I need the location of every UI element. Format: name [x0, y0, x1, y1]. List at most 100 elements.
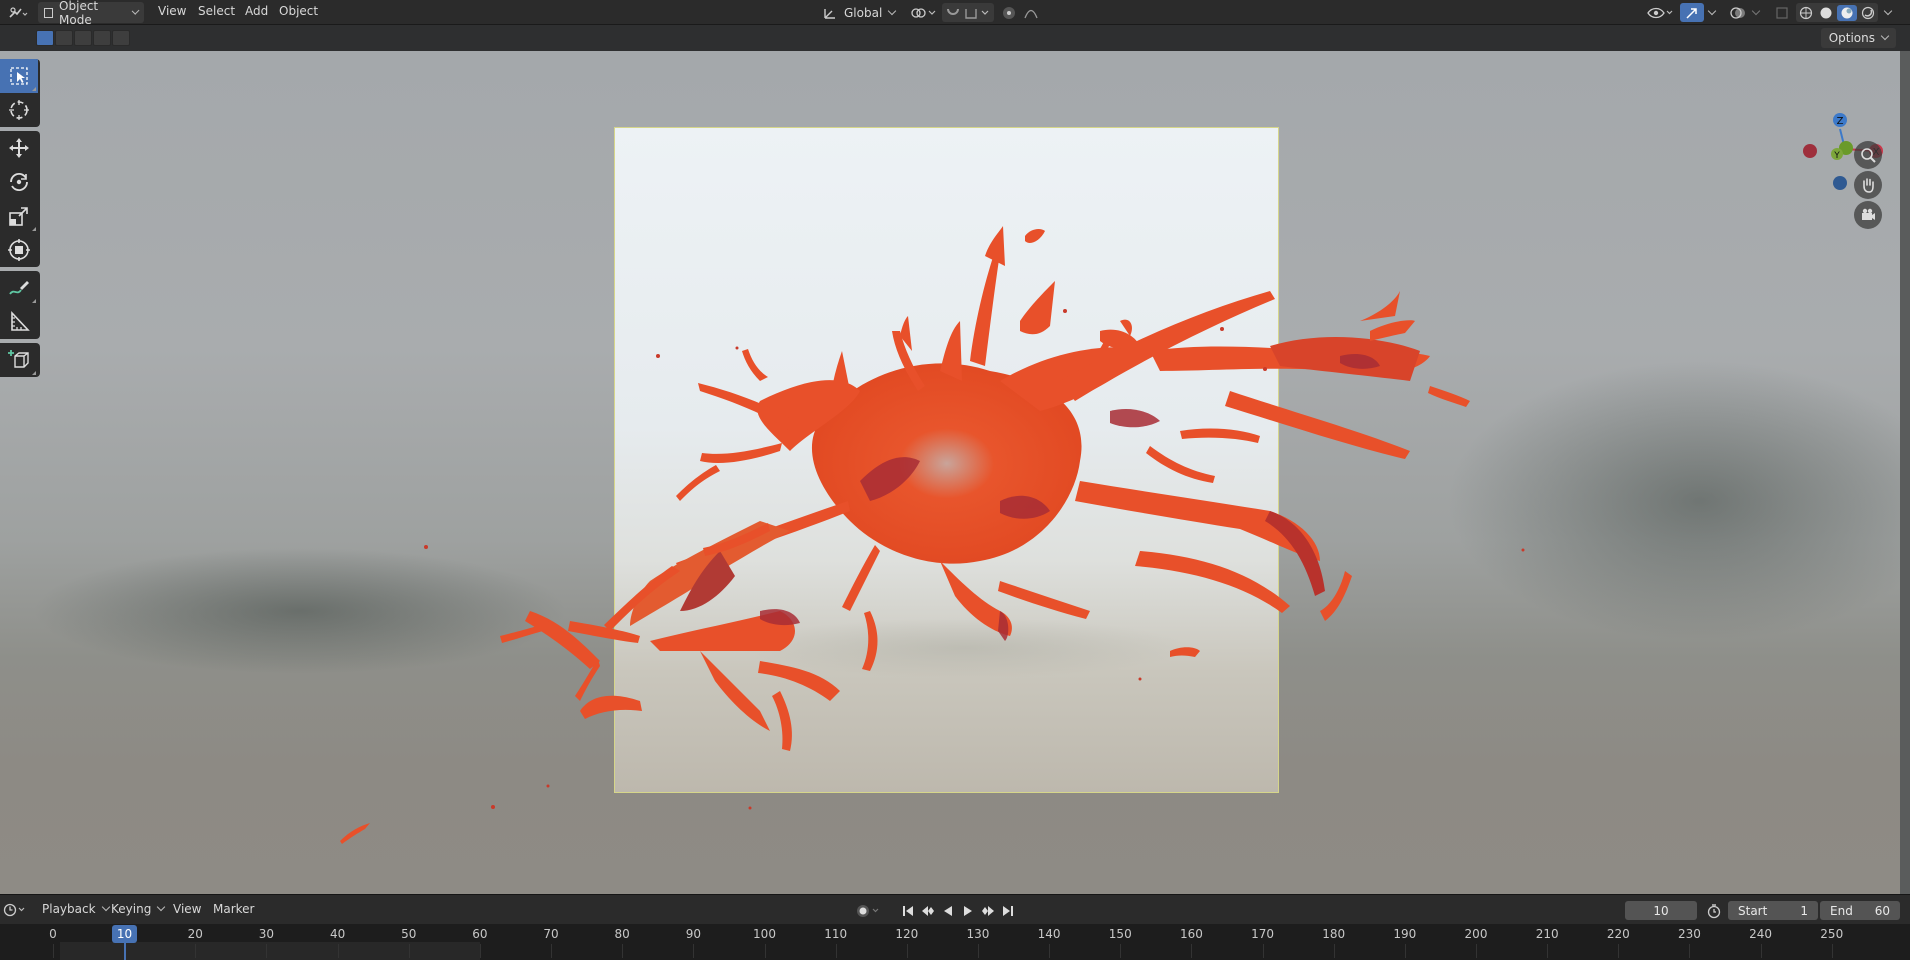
- end-frame-field[interactable]: End 60: [1820, 901, 1900, 920]
- ruler-tick-label: 230: [1677, 927, 1701, 941]
- timeline-editor-type-button[interactable]: [2, 900, 28, 919]
- play-reverse-button[interactable]: [938, 901, 958, 920]
- viewport-scrollbar[interactable]: [1900, 51, 1910, 894]
- camera-view-button[interactable]: [1854, 201, 1882, 229]
- menu-add[interactable]: Add: [241, 4, 272, 18]
- select-intersect-mode[interactable]: [112, 30, 130, 46]
- ruler-tick-label: 90: [685, 927, 701, 941]
- wireframe-shading-icon[interactable]: [1797, 6, 1815, 20]
- cursor-tool[interactable]: [0, 93, 38, 127]
- rotate-tool[interactable]: [0, 165, 38, 199]
- menu-select[interactable]: Select: [194, 4, 239, 18]
- auto-keying-toggle[interactable]: [852, 901, 884, 920]
- ruler-tick-label: 160: [1179, 927, 1203, 941]
- play-button[interactable]: [958, 901, 978, 920]
- pivot-icon: [911, 7, 936, 18]
- jump-to-end-button[interactable]: [998, 901, 1018, 920]
- ruler-tick-label: 240: [1749, 927, 1773, 941]
- tool-group-transform: [0, 131, 40, 267]
- overlays-dropdown[interactable]: [1749, 3, 1763, 22]
- tool-group-annotate: [0, 271, 40, 339]
- scale-tool[interactable]: [0, 199, 38, 233]
- navigation-gizmo[interactable]: Z X Y: [1790, 109, 1900, 199]
- jump-to-start-button[interactable]: [898, 901, 918, 920]
- transform-tool[interactable]: [0, 233, 38, 267]
- select-subtract-mode[interactable]: [74, 30, 92, 46]
- menu-timeline-view[interactable]: View: [173, 902, 201, 916]
- transform-orientation-dropdown[interactable]: Global: [822, 2, 898, 23]
- shading-modes[interactable]: [1796, 3, 1878, 22]
- ruler-tick-label: 100: [753, 927, 776, 941]
- mode-dropdown[interactable]: Object Mode: [38, 0, 144, 27]
- ruler-tick-line: [266, 944, 268, 958]
- 3d-viewport[interactable]: Z X Y: [0, 51, 1900, 894]
- current-frame-field[interactable]: 10: [1625, 901, 1697, 920]
- rendered-shading-icon[interactable]: [1859, 6, 1877, 20]
- ruler-icon: [11, 310, 30, 331]
- ruler-tick-line: [1760, 944, 1762, 958]
- timeline-area[interactable]: 0 10 20 30 40 50 60 70 80 90 100 110 120 130 140 150 160…: [0, 924, 1910, 960]
- rotate-icon: [10, 172, 28, 192]
- menu-object[interactable]: Object: [275, 4, 322, 18]
- material-shading-icon[interactable]: [1837, 4, 1857, 21]
- move-icon: [9, 138, 29, 158]
- annotate-tool[interactable]: [0, 271, 38, 305]
- select-box-tool[interactable]: [0, 59, 38, 93]
- gizmo-toggle[interactable]: [1680, 3, 1704, 22]
- editor-type-button[interactable]: [4, 2, 32, 23]
- pan-button[interactable]: [1854, 171, 1882, 199]
- ruler-tick-line: [764, 944, 766, 958]
- playhead-line[interactable]: [124, 942, 126, 960]
- playback-label: Playback: [42, 902, 96, 916]
- solid-shading-icon[interactable]: [1817, 6, 1835, 20]
- play-reverse-icon: [944, 905, 952, 916]
- ruler-tick-line: [53, 944, 54, 958]
- proportional-editing[interactable]: [998, 3, 1046, 22]
- tool-variants-indicator: [32, 227, 36, 231]
- ruler-tick-label: 250: [1820, 927, 1844, 941]
- measure-tool[interactable]: [0, 305, 38, 339]
- select-extend-mode[interactable]: [55, 30, 73, 46]
- menu-keying[interactable]: Keying: [111, 902, 166, 916]
- options-label: Options: [1828, 31, 1875, 45]
- xray-toggle[interactable]: [1772, 3, 1792, 22]
- shading-dropdown[interactable]: [1880, 3, 1896, 22]
- ruler-tick-line: [693, 944, 695, 958]
- gizmo-dropdown[interactable]: [1704, 3, 1720, 22]
- menu-marker[interactable]: Marker: [213, 902, 254, 916]
- tool-shelf: [0, 59, 40, 381]
- visibility-dropdown[interactable]: [1646, 3, 1674, 22]
- overlays-toggle[interactable]: [1727, 3, 1749, 22]
- ruler-tick-label: 50: [401, 927, 417, 941]
- next-keyframe-icon: [982, 905, 994, 916]
- select-new-mode[interactable]: [36, 30, 54, 46]
- axis-gizmo[interactable]: Z X Y: [1790, 109, 1900, 199]
- jump-start-icon: [903, 905, 913, 916]
- select-invert-mode[interactable]: [93, 30, 111, 46]
- ruler-tick-line: [408, 944, 410, 958]
- preview-range-toggle[interactable]: [1704, 901, 1724, 920]
- orientation-label: Global: [844, 5, 883, 20]
- zoom-button[interactable]: [1854, 141, 1882, 169]
- jump-end-icon: [1003, 905, 1013, 916]
- snap-toggle[interactable]: [942, 3, 994, 22]
- ruler-tick-line: [1476, 944, 1477, 958]
- pivot-point-dropdown[interactable]: [906, 3, 940, 22]
- tool-group-add: [0, 343, 40, 377]
- start-frame-field[interactable]: Start 1: [1728, 901, 1818, 920]
- scene-frame-range: [60, 942, 480, 960]
- ruler-tick-line: [1333, 944, 1335, 958]
- zoom-icon: [1861, 148, 1876, 163]
- menu-playback[interactable]: Playback: [42, 902, 110, 916]
- options-dropdown[interactable]: Options: [1820, 28, 1896, 48]
- proportional-edit-icon: [1003, 6, 1038, 19]
- jump-to-keyframe-back-button[interactable]: [918, 901, 938, 920]
- add-cube-tool[interactable]: [0, 343, 38, 377]
- tool-settings-bar: Options: [0, 25, 1910, 51]
- keying-label: Keying: [111, 902, 152, 916]
- menu-view[interactable]: View: [154, 4, 190, 18]
- playhead-frame-indicator[interactable]: 10: [112, 925, 137, 943]
- move-tool[interactable]: [0, 131, 38, 165]
- ruler-tick-line: [1831, 944, 1833, 958]
- jump-to-keyframe-forward-button[interactable]: [978, 901, 998, 920]
